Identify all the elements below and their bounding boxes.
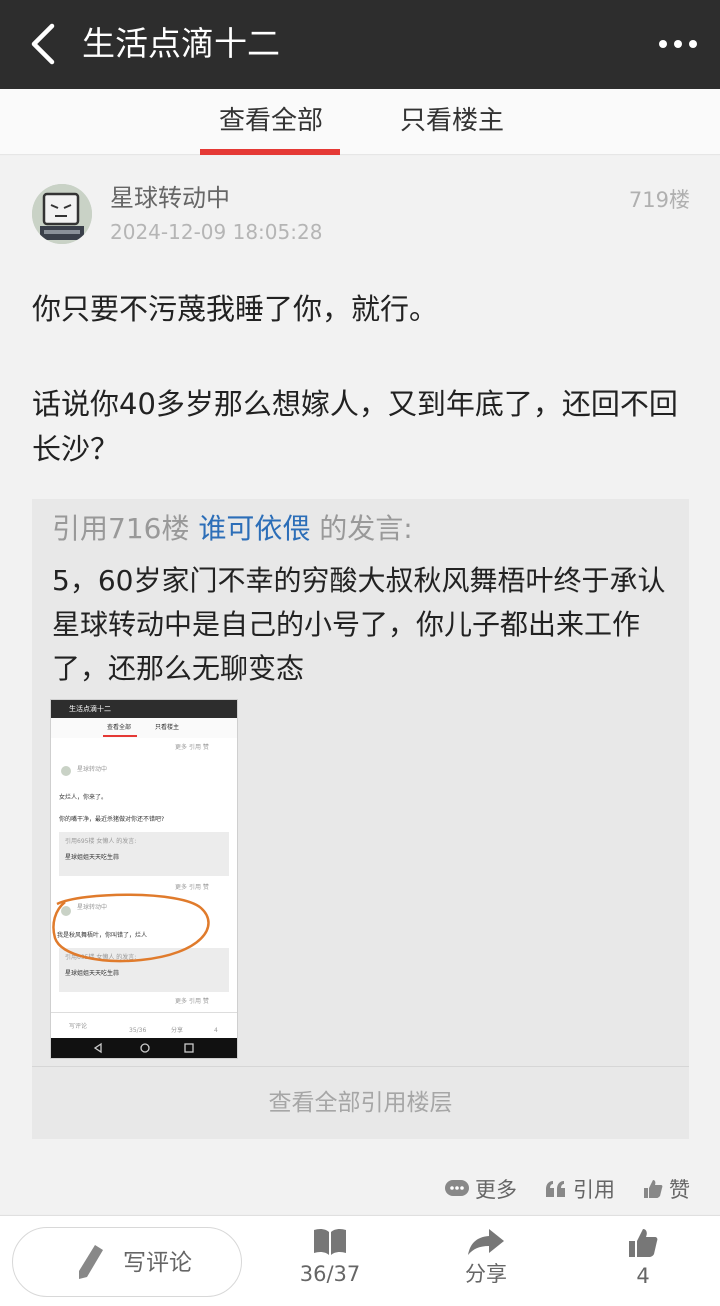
floor-number: 719楼 (628, 188, 690, 212)
like-count-button[interactable]: 4 (583, 1228, 703, 1290)
thumb-tab-owner: 只看楼主 (155, 724, 180, 731)
thumb-tab-indicator (103, 735, 137, 737)
thumb-share: 分享 (171, 1027, 184, 1034)
thumb-quote-head: 引用695楼 女懒人 的发言: (65, 838, 137, 845)
thumb-system-nav (51, 1038, 237, 1058)
quote-header: 引用716楼 谁可依偎 的发言: (52, 509, 413, 549)
like-count: 4 (636, 1264, 650, 1288)
thumb-bottombar: 写评论 35/36 分享 4 (51, 1012, 237, 1038)
tab-owner-only[interactable]: 只看楼主 (400, 103, 504, 139)
page-count: 36/37 (299, 1262, 361, 1286)
thumb-topbar: 生活点滴十二 (51, 700, 237, 718)
post-text-paragraph: 你只要不污蔑我睡了你，就行。 (32, 292, 439, 326)
share-button[interactable]: 分享 (426, 1228, 546, 1288)
thumb-title: 生活点滴十二 (69, 705, 111, 713)
more-button[interactable]: 更多 (445, 1174, 517, 1204)
thumb-pages: 35/36 (129, 1027, 147, 1034)
post-text-paragraph: 话说你40多岁那么想嫁人，又到年底了，还回不回长沙？ (32, 387, 678, 466)
thumb-highlight-circle (52, 893, 210, 963)
thumb-author: 星球转动中 (77, 766, 108, 773)
quote-text: 5，60岁家门不幸的穷酸大叔秋风舞梧叶终于承认星球转动中是自己的小号了，你儿子都… (52, 564, 666, 685)
share-label: 分享 (465, 1262, 507, 1286)
thumb-actions-1: 更多 引用 赞 (175, 744, 209, 751)
thumb-tab-all: 查看全部 (107, 724, 132, 731)
thumb-quote-text: 星球姐姐天天吃生蒜 (65, 970, 120, 977)
post-time: 2024-12-09 18:05:28 (110, 220, 323, 244)
tab-bar: 查看全部 只看楼主 (0, 89, 720, 155)
thumb-msg: 女烂人，你来了。 (59, 794, 108, 801)
quote-user-link[interactable]: 谁可依偎 (198, 512, 310, 545)
write-comment-button[interactable]: 写评论 (12, 1227, 242, 1297)
thumb-likes: 4 (214, 1027, 218, 1034)
thumb-avatar (61, 766, 71, 776)
quote-suffix: 的发言: (319, 512, 413, 545)
chat-bubble-icon (445, 1180, 469, 1196)
thumbs-up-icon (629, 1229, 658, 1257)
thumb-actions-3: 更多 引用 赞 (175, 998, 209, 1005)
more-dots-icon[interactable] (658, 30, 698, 58)
back-chevron-icon[interactable] (24, 22, 64, 66)
quoted-screenshot-image[interactable]: 生活点滴十二 查看全部 只看楼主 更多 引用 赞 星球转动中 女烂人，你来了。 … (50, 699, 238, 1059)
quote-floor-ref: 引用716楼 (52, 512, 190, 545)
page-jump-button[interactable]: 36/37 (270, 1228, 390, 1288)
like-label: 赞 (669, 1178, 690, 1202)
active-tab-indicator (200, 149, 340, 155)
quoted-post: 引用716楼 谁可依偎 的发言: 5，60岁家门不幸的穷酸大叔秋风舞梧叶终于承认… (32, 499, 689, 1139)
thumb-comment: 写评论 (69, 1023, 88, 1030)
post-actions: 更多 引用 赞 (445, 1172, 690, 1206)
view-all-quotes-button[interactable]: 查看全部引用楼层 (32, 1066, 689, 1139)
thumb-quote-box: 引用695楼 女懒人 的发言: 星球姐姐天天吃生蒜 (59, 832, 229, 876)
thumb-msg: 你的嘴干净，最近杀猪做对你还不错吧? (59, 816, 165, 823)
bottom-bar: 写评论 36/37 分享 4 (0, 1215, 720, 1306)
author-name[interactable]: 星球转动中 (110, 182, 230, 214)
write-comment-label: 写评论 (123, 1250, 192, 1276)
thumbs-up-icon (644, 1180, 663, 1198)
share-arrow-icon (468, 1229, 504, 1255)
quote-button[interactable]: 引用 (545, 1174, 615, 1204)
avatar[interactable] (32, 184, 92, 244)
book-icon (314, 1228, 346, 1255)
post-card: 星球转动中 2024-12-09 18:05:28 719楼 你只要不污蔑我睡了… (0, 156, 720, 1214)
thumb-quote-text: 星球姐姐天天吃生蒜 (65, 854, 120, 861)
tab-view-all[interactable]: 查看全部 (219, 103, 323, 139)
quote-label: 引用 (573, 1178, 615, 1202)
page-title: 生活点滴十二 (82, 24, 280, 63)
more-label: 更多 (475, 1178, 517, 1202)
thumb-tabs: 查看全部 只看楼主 (51, 718, 237, 738)
quote-marks-icon (546, 1181, 565, 1197)
pen-icon (79, 1245, 103, 1279)
top-navigation-bar: 生活点滴十二 (0, 0, 720, 89)
like-button[interactable]: 赞 (643, 1174, 690, 1204)
